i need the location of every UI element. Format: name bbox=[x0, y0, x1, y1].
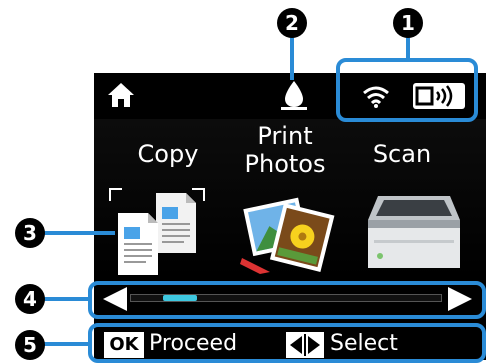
scanner-icon[interactable] bbox=[364, 190, 464, 274]
callout-3-line bbox=[43, 231, 115, 235]
callout-4-line bbox=[43, 297, 91, 301]
callout-1-line bbox=[406, 36, 410, 62]
callout-2-badge: 2 bbox=[277, 8, 307, 38]
callout-4-badge: 4 bbox=[15, 284, 45, 314]
callout-3-badge: 3 bbox=[15, 218, 45, 248]
menu-print-photos-label[interactable]: Print Photos bbox=[230, 122, 340, 178]
menu-scan-label[interactable]: Scan bbox=[352, 140, 452, 168]
callout-5-badge: 5 bbox=[15, 330, 45, 360]
scroll-row-highlight bbox=[88, 281, 486, 319]
button-guide-highlight bbox=[88, 323, 486, 363]
home-icon[interactable] bbox=[107, 82, 135, 108]
callout-2-line bbox=[290, 36, 294, 80]
connection-status-highlight bbox=[336, 58, 478, 122]
ink-drop-icon[interactable] bbox=[279, 79, 309, 111]
photos-icon[interactable] bbox=[240, 188, 336, 274]
callout-1-badge: 1 bbox=[393, 8, 423, 38]
copy-icon[interactable] bbox=[104, 183, 214, 275]
menu-copy-label[interactable]: Copy bbox=[118, 140, 218, 168]
callout-5-line bbox=[43, 342, 91, 346]
